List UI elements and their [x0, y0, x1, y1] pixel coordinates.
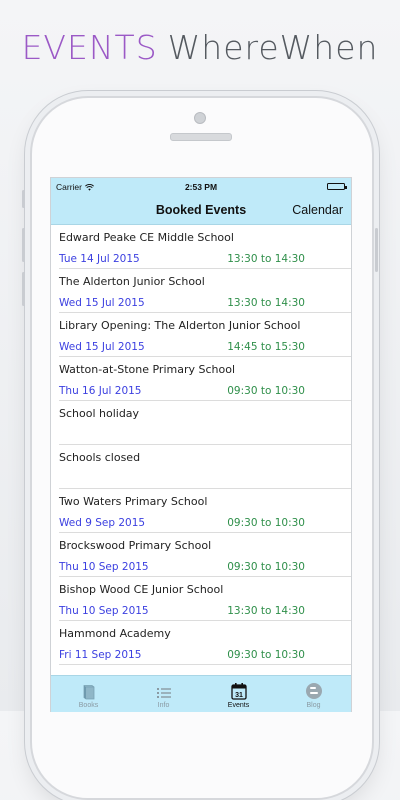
navigation-bar: Booked Events Calendar [51, 196, 351, 225]
wifi-icon [85, 183, 94, 191]
event-name: Edward Peake CE Middle School [59, 231, 234, 244]
event-time: 09:30 to 10:30 [227, 561, 305, 573]
event-name: Hammond Academy [59, 627, 171, 640]
tab-blog-label: Blog [306, 702, 321, 709]
calendar-icon: 31 [230, 683, 247, 700]
event-name: Library Opening: The Alderton Junior Sch… [59, 319, 301, 332]
event-date: Thu 10 Sep 2015 [59, 605, 149, 617]
event-name: Watton-at-Stone Primary School [59, 363, 236, 376]
event-time: 14:45 to 15:30 [227, 341, 305, 353]
volume-down-button [22, 272, 25, 306]
status-bar: Carrier 2:53 PM [51, 178, 351, 196]
app-screen: Carrier 2:53 PM Booked Events Calendar E… [50, 177, 352, 712]
event-date: Fri 11 Sep 2015 [59, 649, 142, 661]
event-date: Wed 15 Jul 2015 [59, 297, 145, 309]
event-row[interactable]: Two Waters Primary School Wed 9 Sep 2015 0… [51, 489, 351, 533]
event-date: Thu 10 Sep 2015 [59, 561, 149, 573]
battery-icon [327, 183, 347, 190]
event-row[interactable]: Watton-at-Stone Primary School Thu 16 Jul… [51, 357, 351, 401]
event-name: Brockswood Primary School [59, 539, 212, 552]
tab-events-label: Events [227, 702, 250, 709]
event-name: The Alderton Junior School [59, 275, 205, 288]
power-button [375, 228, 378, 272]
book-icon [83, 685, 94, 700]
event-date: Thu 16 Jul 2015 [59, 385, 142, 397]
tab-blog[interactable]: Blog [276, 676, 351, 712]
event-name: Bishop Wood CE Junior School [59, 583, 224, 596]
mute-switch [22, 190, 25, 208]
tab-books-label: Books [78, 702, 99, 709]
event-row[interactable]: Library Opening: The Alderton Junior Sch… [51, 313, 351, 357]
event-time: 13:30 to 14:30 [227, 297, 305, 309]
volume-up-button [22, 228, 25, 262]
event-time: 09:30 to 10:30 [227, 385, 305, 397]
tab-events[interactable]: 31 Events [201, 676, 276, 712]
event-time: 13:30 to 14:30 [227, 605, 305, 617]
event-name: Two Waters Primary School [59, 495, 208, 508]
promo-headline: EVENTS WhereWhen [0, 28, 400, 67]
earpiece-speaker [170, 133, 232, 141]
event-row[interactable]: School holiday [51, 401, 351, 445]
list-icon [156, 688, 171, 698]
tab-info[interactable]: Info [126, 676, 201, 712]
front-camera [194, 112, 206, 124]
promo-word-events: EVENTS [21, 28, 158, 67]
tab-info-label: Info [157, 702, 170, 709]
blogger-icon [305, 683, 322, 699]
events-list: Edward Peake CE Middle School Tue 14 Jul … [51, 225, 351, 665]
event-row[interactable]: Hammond Academy Fri 11 Sep 2015 09:30 to 1… [51, 621, 351, 665]
event-date: Wed 15 Jul 2015 [59, 341, 145, 353]
event-row[interactable]: Brockswood Primary School Thu 10 Sep 2015… [51, 533, 351, 577]
event-date: Wed 9 Sep 2015 [59, 517, 146, 529]
event-time: 09:30 to 10:30 [227, 517, 305, 529]
tab-bar: Books Info 31 Events Blog [51, 675, 351, 712]
event-time: 09:30 to 10:30 [227, 649, 305, 661]
event-date: Tue 14 Jul 2015 [59, 253, 140, 265]
event-name: School holiday [59, 407, 140, 420]
event-row[interactable]: Bishop Wood CE Junior School Thu 10 Sep 2… [51, 577, 351, 621]
calendar-icon-badge: 31 [235, 692, 243, 699]
calendar-button[interactable]: Calendar [292, 203, 343, 217]
tab-books[interactable]: Books [51, 676, 126, 712]
event-row[interactable]: Edward Peake CE Middle School Tue 14 Jul … [51, 225, 351, 269]
event-name: Schools closed [59, 451, 141, 464]
promo-word-wherewhen: WhereWhen [167, 28, 379, 67]
carrier-indicator: Carrier [56, 182, 94, 192]
event-row[interactable]: Schools closed [51, 445, 351, 489]
status-time: 2:53 PM [184, 182, 218, 192]
event-row[interactable]: The Alderton Junior School Wed 15 Jul 201… [51, 269, 351, 313]
event-time: 13:30 to 14:30 [227, 253, 305, 265]
carrier-label: Carrier [56, 182, 82, 192]
